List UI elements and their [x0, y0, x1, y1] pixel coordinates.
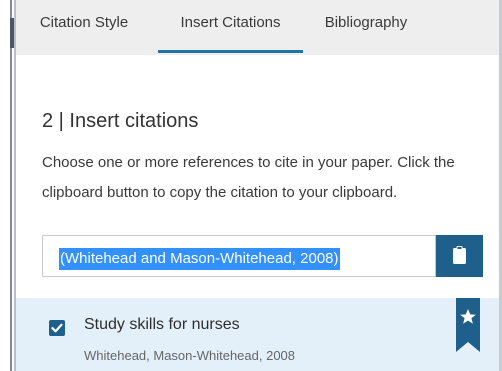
- tab-label: Insert Citations: [180, 14, 281, 31]
- reference-authors: Whitehead, Mason-Whitehead, 2008: [84, 348, 296, 363]
- window-border: [10, 0, 12, 371]
- tab-citation-style[interactable]: Citation Style: [22, 0, 146, 55]
- citation-output-row: (Whitehead and Mason-Whitehead, 2008): [42, 235, 483, 279]
- tab-label: Citation Style: [39, 14, 129, 31]
- tab-bar: Citation Style Insert Citations Bibliogr…: [16, 0, 499, 55]
- instructions-text: Choose one or more references to cite in…: [42, 154, 455, 201]
- checkmark-icon: [51, 323, 63, 333]
- citation-panel: Citation Style Insert Citations Bibliogr…: [16, 0, 499, 371]
- reference-title: Study skills for nurses: [84, 316, 240, 333]
- citation-plugin-window: Citation Style Insert Citations Bibliogr…: [0, 0, 502, 371]
- window-resize-grip[interactable]: [10, 18, 14, 48]
- tab-bibliography[interactable]: Bibliography: [316, 0, 416, 55]
- tab-insert-citations[interactable]: Insert Citations: [158, 0, 303, 55]
- copy-to-clipboard-button[interactable]: [436, 235, 483, 277]
- section-title: 2 | Insert citations: [42, 110, 199, 132]
- reference-checkbox[interactable]: [49, 320, 65, 336]
- star-bookmark-icon[interactable]: [456, 298, 480, 352]
- citation-text[interactable]: (Whitehead and Mason-Whitehead, 2008): [59, 248, 340, 270]
- clipboard-icon: [453, 246, 466, 264]
- tab-label: Bibliography: [324, 14, 408, 31]
- citation-output-field[interactable]: (Whitehead and Mason-Whitehead, 2008): [42, 235, 436, 277]
- reference-list-item[interactable]: Study skills for nurses Whitehead, Mason…: [16, 298, 499, 371]
